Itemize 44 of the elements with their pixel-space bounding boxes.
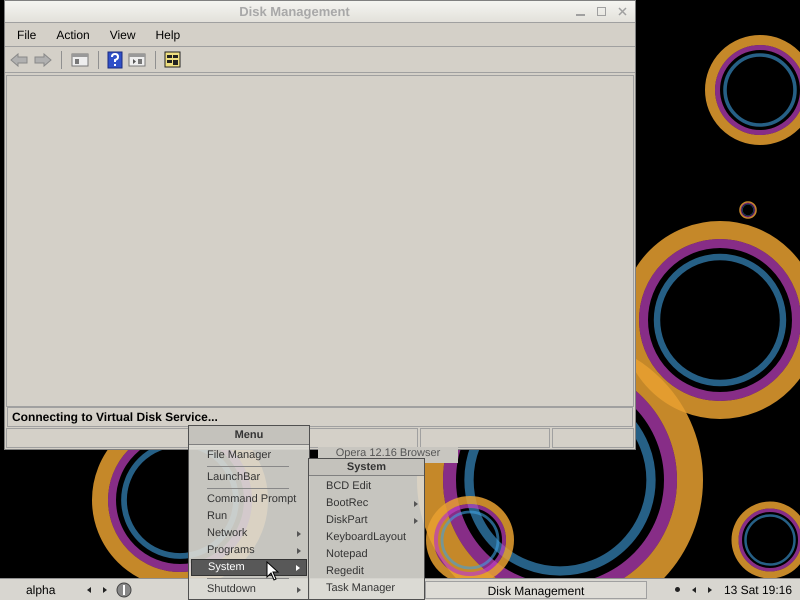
- dot-icon: [674, 587, 680, 592]
- menu-item[interactable]: Shutdown: [191, 581, 307, 598]
- menu-item[interactable]: File Manager: [191, 447, 307, 464]
- menu-item[interactable]: LaunchBar: [191, 469, 307, 486]
- menu-item[interactable]: Programs: [191, 542, 307, 559]
- submenu-item[interactable]: KeyboardLayout: [309, 529, 424, 546]
- submenu-item[interactable]: Task Manager: [309, 580, 424, 597]
- menu-header: Menu: [189, 426, 309, 445]
- submenu-header: System: [309, 459, 424, 476]
- submenu-item[interactable]: BCD Edit: [309, 478, 424, 495]
- menu-bar-item[interactable]: File: [9, 26, 44, 44]
- menu-bar-item[interactable]: Help: [148, 26, 188, 44]
- help-icon[interactable]: [107, 50, 123, 68]
- properties-icon[interactable]: [164, 50, 182, 68]
- submenu-item[interactable]: Regedit: [309, 563, 424, 580]
- background-window-title: Opera 12.16 Browser: [336, 447, 440, 459]
- submenu-item[interactable]: Notepad: [309, 546, 424, 563]
- panel-icon[interactable]: [127, 52, 147, 68]
- submenu-item[interactable]: DiskPart: [309, 512, 424, 529]
- menu-item[interactable]: System: [191, 559, 307, 576]
- menu-item[interactable]: Run: [191, 508, 307, 525]
- menu-item[interactable]: Command Prompt: [191, 491, 307, 508]
- menu-bar-item[interactable]: View: [102, 26, 144, 44]
- clock: 13 Sat 19:16: [724, 582, 792, 598]
- submenu-arrow-icon: [414, 518, 418, 524]
- taskbar-task[interactable]: Disk Management: [425, 580, 647, 598]
- menu-item[interactable]: Network: [191, 525, 307, 542]
- submenu-arrow-icon: [297, 548, 301, 554]
- mouse-cursor-icon: [266, 561, 280, 581]
- next-arrow-icon[interactable]: [103, 586, 107, 592]
- panel-icon[interactable]: [70, 52, 90, 68]
- submenu-arrow-icon: [414, 500, 418, 506]
- window-title: Disk Management: [239, 4, 350, 19]
- info-circle-icon[interactable]: [116, 582, 132, 598]
- submenu-arrow-icon: [297, 530, 301, 536]
- submenu-item[interactable]: BootRec: [309, 495, 424, 512]
- next-arrow-icon[interactable]: [708, 586, 712, 592]
- submenu-arrow-icon: [297, 586, 301, 592]
- submenu-arrow-icon: [296, 564, 300, 570]
- previous-arrow-icon[interactable]: [692, 586, 696, 592]
- status-text: Connecting to Virtual Disk Service...: [12, 409, 218, 426]
- menu-bar-item[interactable]: Action: [48, 26, 98, 44]
- previous-arrow-icon[interactable]: [87, 586, 91, 592]
- workspace-name[interactable]: alpha: [26, 580, 56, 598]
